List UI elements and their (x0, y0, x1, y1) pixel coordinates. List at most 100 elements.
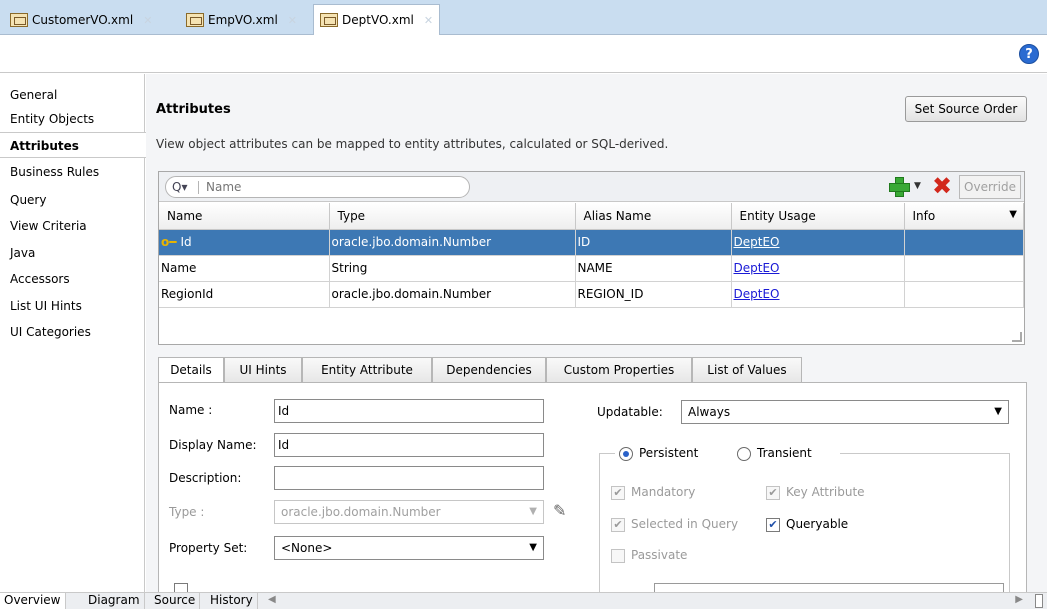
column-header-name[interactable]: Name (159, 203, 330, 230)
attributes-page: Attributes Set Source Order View object … (146, 74, 1047, 593)
nav-item-query[interactable]: Query (10, 187, 46, 213)
editor-tab-bar: CustomerVO.xml ✕ EmpVO.xml ✕ DeptVO.xml … (0, 0, 1047, 35)
close-icon[interactable]: ✕ (288, 14, 297, 27)
property-set-value: <None> (281, 541, 333, 555)
tab-ui-hints[interactable]: UI Hints (224, 357, 302, 383)
override-button[interactable]: Override (959, 175, 1021, 199)
file-tab-empvo[interactable]: EmpVO.xml ✕ (180, 5, 303, 35)
key-attribute-label: Key Attribute (786, 485, 865, 499)
file-tab-deptvo[interactable]: DeptVO.xml ✕ (313, 4, 441, 35)
column-header-entity-usage[interactable]: Entity Usage (731, 203, 905, 230)
chevron-down-icon[interactable]: ▼ (1009, 209, 1017, 220)
nav-item-attributes[interactable]: Attributes (0, 132, 146, 158)
transient-radio[interactable] (737, 447, 751, 461)
scroll-right-icon[interactable]: ▶ (1015, 594, 1023, 605)
tab-list-of-values[interactable]: List of Values (692, 357, 802, 383)
page-title: Attributes (156, 102, 231, 117)
type-value: oracle.jbo.domain.Number (281, 505, 441, 519)
tab-overview[interactable]: Overview (0, 593, 66, 609)
nav-item-general[interactable]: General (10, 82, 57, 108)
persistence-options: Persistent Transient (615, 445, 840, 463)
chevron-down-icon[interactable]: ▼ (914, 181, 921, 191)
cell-info (904, 281, 1024, 308)
page-description: View object attributes can be mapped to … (156, 137, 669, 151)
type-label: Type : (169, 505, 205, 519)
selected-in-query-label: Selected in Query (631, 517, 739, 531)
cell-entity-usage: DeptEO (731, 229, 905, 256)
editor-toolbar: ? (0, 36, 1047, 73)
search-icon[interactable]: Q▾ (172, 180, 187, 194)
table-row[interactable]: RegionId oracle.jbo.domain.Number REGION… (159, 281, 1024, 308)
description-label: Description: (169, 471, 242, 485)
property-set-label: Property Set: (169, 541, 248, 555)
persistent-radio[interactable] (619, 447, 633, 461)
search-box: Q▾ (165, 176, 470, 198)
table-row[interactable]: Name String NAME DeptEO (159, 255, 1024, 282)
column-header-alias-name[interactable]: Alias Name (575, 203, 732, 230)
passivate-label: Passivate (631, 548, 688, 562)
table-row[interactable]: o━ Id oracle.jbo.domain.Number ID DeptEO (159, 229, 1024, 256)
display-name-field[interactable] (274, 433, 544, 457)
nav-item-entity-objects[interactable]: Entity Objects (10, 106, 94, 132)
nav-item-java[interactable]: Java (10, 240, 35, 266)
key-attribute-checkbox: ✔ (766, 486, 780, 500)
type-select: oracle.jbo.domain.Number ▼ (274, 500, 544, 524)
delete-icon[interactable]: ✖ (932, 172, 952, 200)
tab-source[interactable]: Source (150, 593, 201, 609)
nav-item-business-rules[interactable]: Business Rules (10, 159, 99, 185)
table-toolbar: Q▾ ▼ ✖ Override (159, 172, 1024, 202)
cell-alias: NAME (575, 255, 732, 282)
bottom-editor-tabs: Overview Diagram Source History ◀ ▶ (0, 592, 1047, 609)
search-input[interactable] (206, 178, 456, 196)
mandatory-checkbox: ✔ (611, 486, 625, 500)
details-panel: Name : Display Name: Description: Type :… (158, 382, 1027, 593)
entity-usage-link[interactable]: DeptEO (734, 261, 780, 275)
cell-name: o━ Id (159, 229, 330, 256)
scrollbar-thumb[interactable] (1035, 594, 1043, 608)
cell-name: RegionId (159, 281, 330, 308)
tab-details[interactable]: Details (158, 357, 224, 384)
name-label: Name : (169, 403, 213, 417)
entity-usage-link[interactable]: DeptEO (734, 235, 780, 249)
column-header-type[interactable]: Type (329, 203, 576, 230)
help-icon[interactable]: ? (1019, 44, 1039, 64)
tab-diagram[interactable]: Diagram (84, 593, 145, 609)
file-tab-customervo[interactable]: CustomerVO.xml ✕ (4, 5, 158, 35)
name-field[interactable] (274, 399, 544, 423)
passivate-checkbox (611, 549, 625, 563)
column-header-info[interactable]: Info ▼ (904, 203, 1024, 230)
chevron-down-icon: ▼ (529, 506, 537, 517)
set-source-order-button[interactable]: Set Source Order (905, 96, 1027, 122)
resize-grip[interactable] (1012, 332, 1022, 342)
close-icon[interactable]: ✕ (143, 14, 152, 27)
nav-item-list-ui-hints[interactable]: List UI Hints (10, 293, 82, 319)
close-icon[interactable]: ✕ (424, 14, 433, 27)
updatable-select[interactable]: Always ▼ (681, 400, 1009, 424)
cell-entity-usage: DeptEO (731, 281, 905, 308)
nav-item-view-criteria[interactable]: View Criteria (10, 213, 87, 239)
description-field[interactable] (274, 466, 544, 490)
scroll-left-icon[interactable]: ◀ (268, 594, 276, 605)
selected-in-query-checkbox: ✔ (611, 518, 625, 532)
edit-pencil-icon[interactable]: ✎ (553, 501, 566, 520)
tab-entity-attribute[interactable]: Entity Attribute (302, 357, 432, 383)
updatable-value: Always (688, 405, 731, 419)
cell-info (904, 229, 1024, 256)
tab-history[interactable]: History (206, 593, 258, 609)
tab-dependencies[interactable]: Dependencies (432, 357, 546, 383)
updatable-label: Updatable: (597, 405, 663, 419)
add-attribute-icon[interactable] (888, 175, 910, 197)
tab-custom-properties[interactable]: Custom Properties (546, 357, 692, 383)
nav-item-ui-categories[interactable]: UI Categories (10, 319, 91, 345)
attributes-table: Name Type Alias Name Entity Usage Info ▼ … (159, 203, 1024, 308)
cell-type: String (329, 255, 576, 282)
transient-label: Transient (757, 446, 812, 460)
xml-file-icon (186, 13, 204, 27)
property-set-select[interactable]: <None> ▼ (274, 536, 544, 560)
queryable-checkbox[interactable]: ✔ (766, 518, 780, 532)
nav-item-accessors[interactable]: Accessors (10, 266, 70, 292)
entity-usage-link[interactable]: DeptEO (734, 287, 780, 301)
queryable-label: Queryable (786, 517, 849, 531)
divider (198, 181, 199, 194)
xml-file-icon (320, 13, 338, 27)
